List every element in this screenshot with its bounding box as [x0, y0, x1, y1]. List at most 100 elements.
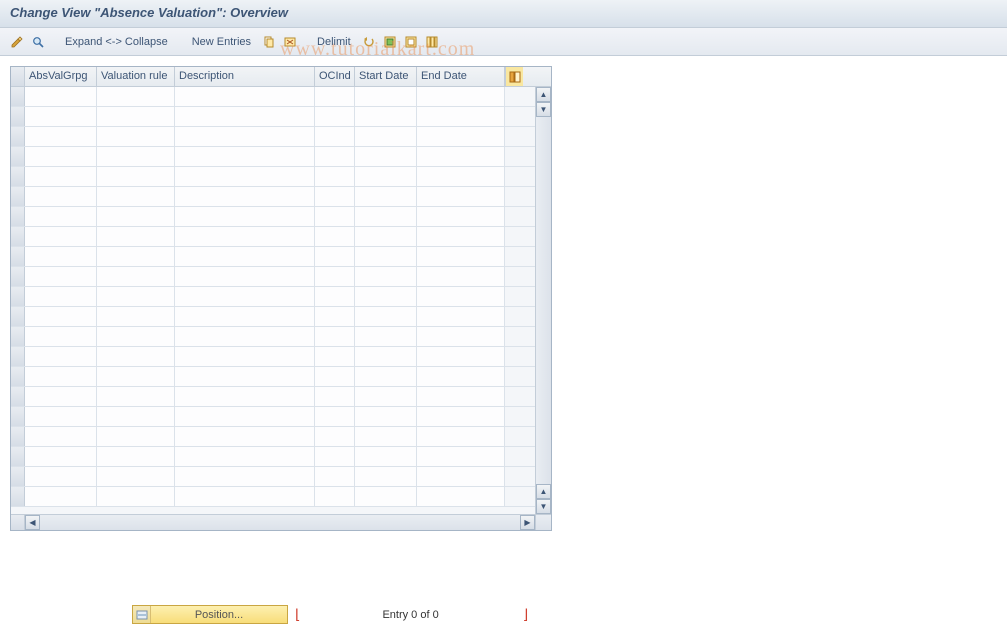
- row-selector[interactable]: [11, 447, 25, 466]
- row-selector[interactable]: [11, 347, 25, 366]
- hscroll-track[interactable]: [40, 515, 520, 530]
- cell-end-date[interactable]: [417, 127, 505, 146]
- cell-ocind[interactable]: [315, 347, 355, 366]
- cell-start-date[interactable]: [355, 407, 417, 426]
- cell-ocind[interactable]: [315, 167, 355, 186]
- cell-ocind[interactable]: [315, 147, 355, 166]
- cell-start-date[interactable]: [355, 227, 417, 246]
- scroll-up-icon[interactable]: ▲: [536, 87, 551, 102]
- cell-valuation-rule[interactable]: [97, 327, 175, 346]
- cell-valuation-rule[interactable]: [97, 407, 175, 426]
- scroll-right-icon[interactable]: ▶: [520, 515, 535, 530]
- cell-absvalgrpg[interactable]: [25, 407, 97, 426]
- cell-valuation-rule[interactable]: [97, 487, 175, 506]
- cell-absvalgrpg[interactable]: [25, 207, 97, 226]
- delete-icon[interactable]: [281, 33, 299, 51]
- cell-valuation-rule[interactable]: [97, 227, 175, 246]
- cell-start-date[interactable]: [355, 387, 417, 406]
- cell-end-date[interactable]: [417, 367, 505, 386]
- cell-ocind[interactable]: [315, 467, 355, 486]
- cell-valuation-rule[interactable]: [97, 167, 175, 186]
- cell-start-date[interactable]: [355, 447, 417, 466]
- cell-valuation-rule[interactable]: [97, 187, 175, 206]
- cell-description[interactable]: [175, 127, 315, 146]
- row-selector[interactable]: [11, 407, 25, 426]
- cell-valuation-rule[interactable]: [97, 387, 175, 406]
- cell-ocind[interactable]: [315, 327, 355, 346]
- cell-description[interactable]: [175, 227, 315, 246]
- row-selector[interactable]: [11, 267, 25, 286]
- cell-end-date[interactable]: [417, 187, 505, 206]
- col-header-absvalgrpg[interactable]: AbsValGrpg: [25, 67, 97, 86]
- cell-description[interactable]: [175, 287, 315, 306]
- cell-absvalgrpg[interactable]: [25, 167, 97, 186]
- cell-valuation-rule[interactable]: [97, 267, 175, 286]
- cell-end-date[interactable]: [417, 87, 505, 106]
- cell-absvalgrpg[interactable]: [25, 427, 97, 446]
- cell-description[interactable]: [175, 307, 315, 326]
- row-selector[interactable]: [11, 247, 25, 266]
- table-settings-icon[interactable]: [505, 67, 523, 86]
- cell-end-date[interactable]: [417, 147, 505, 166]
- cell-absvalgrpg[interactable]: [25, 487, 97, 506]
- cell-description[interactable]: [175, 427, 315, 446]
- cell-ocind[interactable]: [315, 287, 355, 306]
- cell-description[interactable]: [175, 447, 315, 466]
- cell-description[interactable]: [175, 167, 315, 186]
- cell-start-date[interactable]: [355, 347, 417, 366]
- row-selector[interactable]: [11, 387, 25, 406]
- cell-start-date[interactable]: [355, 247, 417, 266]
- cell-end-date[interactable]: [417, 247, 505, 266]
- cell-description[interactable]: [175, 327, 315, 346]
- cell-ocind[interactable]: [315, 107, 355, 126]
- undo-icon[interactable]: [360, 33, 378, 51]
- cell-description[interactable]: [175, 367, 315, 386]
- cell-absvalgrpg[interactable]: [25, 147, 97, 166]
- row-selector[interactable]: [11, 167, 25, 186]
- configure-columns-icon[interactable]: [423, 33, 441, 51]
- cell-description[interactable]: [175, 387, 315, 406]
- cell-absvalgrpg[interactable]: [25, 387, 97, 406]
- col-header-ocind[interactable]: OCInd: [315, 67, 355, 86]
- cell-description[interactable]: [175, 207, 315, 226]
- cell-valuation-rule[interactable]: [97, 347, 175, 366]
- cell-start-date[interactable]: [355, 327, 417, 346]
- cell-ocind[interactable]: [315, 427, 355, 446]
- cell-start-date[interactable]: [355, 487, 417, 506]
- new-entries-button[interactable]: New Entries: [186, 32, 257, 52]
- cell-description[interactable]: [175, 87, 315, 106]
- cell-end-date[interactable]: [417, 227, 505, 246]
- cell-valuation-rule[interactable]: [97, 127, 175, 146]
- cell-start-date[interactable]: [355, 287, 417, 306]
- cell-start-date[interactable]: [355, 367, 417, 386]
- row-selector[interactable]: [11, 107, 25, 126]
- cell-start-date[interactable]: [355, 147, 417, 166]
- vertical-scrollbar[interactable]: ▲ ▼ ▲ ▼: [535, 87, 551, 514]
- scroll-left-icon[interactable]: ◀: [25, 515, 40, 530]
- cell-end-date[interactable]: [417, 267, 505, 286]
- cell-valuation-rule[interactable]: [97, 207, 175, 226]
- cell-absvalgrpg[interactable]: [25, 287, 97, 306]
- row-selector[interactable]: [11, 307, 25, 326]
- cell-description[interactable]: [175, 407, 315, 426]
- cell-start-date[interactable]: [355, 427, 417, 446]
- col-header-description[interactable]: Description: [175, 67, 315, 86]
- cell-description[interactable]: [175, 267, 315, 286]
- cell-description[interactable]: [175, 347, 315, 366]
- cell-absvalgrpg[interactable]: [25, 187, 97, 206]
- cell-valuation-rule[interactable]: [97, 287, 175, 306]
- cell-absvalgrpg[interactable]: [25, 467, 97, 486]
- scroll-up-step-icon[interactable]: ▲: [536, 484, 551, 499]
- cell-ocind[interactable]: [315, 187, 355, 206]
- cell-valuation-rule[interactable]: [97, 367, 175, 386]
- row-selector[interactable]: [11, 187, 25, 206]
- cell-ocind[interactable]: [315, 87, 355, 106]
- horizontal-scrollbar[interactable]: ◀ ▶: [11, 514, 551, 530]
- row-selector[interactable]: [11, 227, 25, 246]
- cell-end-date[interactable]: [417, 387, 505, 406]
- cell-start-date[interactable]: [355, 307, 417, 326]
- cell-valuation-rule[interactable]: [97, 307, 175, 326]
- row-selector[interactable]: [11, 327, 25, 346]
- find-icon[interactable]: [29, 33, 47, 51]
- cell-end-date[interactable]: [417, 107, 505, 126]
